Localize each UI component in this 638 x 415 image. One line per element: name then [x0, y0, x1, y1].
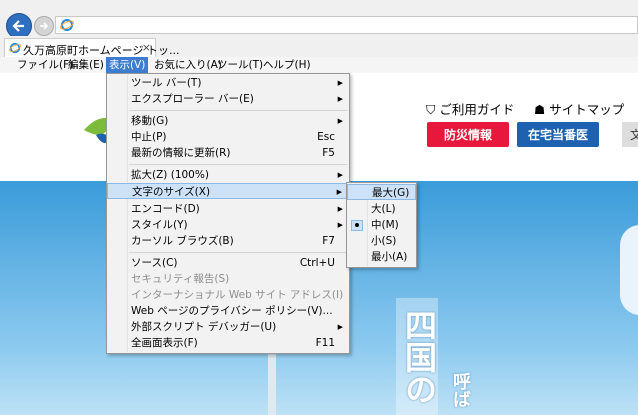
sitemap-link[interactable]: ☗ サイトマップ	[534, 99, 624, 118]
menu-item-text-size[interactable]: 文字のサイズ(X) ▶	[107, 183, 349, 199]
menu-item-stop[interactable]: 中止(P) Esc	[107, 129, 349, 145]
disaster-info-button[interactable]: 防災情報	[427, 122, 509, 147]
menu-item-zoom[interactable]: 拡大(Z) (100%) ▶	[107, 167, 349, 183]
menu-item-encoding[interactable]: エンコード(D) ▶	[107, 201, 349, 217]
menu-item-source[interactable]: ソース(C) Ctrl+U	[107, 255, 349, 271]
browser-tab[interactable]: 久万高原町ホームページ トッ... ×	[4, 38, 179, 57]
menu-item-security-report: セキュリティ報告(S)	[131, 273, 230, 285]
menu-item-international-address: インターナショナル Web サイト アドレス(I)	[131, 289, 344, 301]
forward-arrow-icon	[40, 22, 49, 30]
sitemap-label: サイトマップ	[549, 102, 625, 117]
text-size-submenu: 最大(G) 大(L) 中(M) 小(S) 最小(A)	[346, 182, 417, 268]
text-size-smallest[interactable]: 最小(A)	[347, 249, 416, 265]
text-button[interactable]: 文	[622, 122, 638, 147]
on-duty-doctor-button[interactable]: 在宅当番医	[517, 122, 599, 147]
text-size-small[interactable]: 小(S)	[347, 233, 416, 249]
hero-subtitle: 呼ば	[450, 372, 471, 408]
text-size-large[interactable]: 大(L)	[347, 201, 416, 217]
shield-icon: ⛉	[426, 102, 436, 117]
sitemap-icon: ☗	[534, 102, 546, 117]
guide-link[interactable]: ⛉ ご利用ガイド	[426, 99, 514, 118]
tab-title: 久万高原町ホームページ トッ...	[23, 44, 180, 57]
guide-label: ご利用ガイド	[439, 102, 515, 117]
view-menu: ツール バー(T) ▶ エクスプローラー バー(E) ▶ 移動(G) ▶ 中止(P) E…	[106, 73, 350, 354]
hero-cloud	[620, 225, 638, 315]
menu-item-toolbar[interactable]: ツール バー(T) ▶	[107, 75, 349, 91]
address-bar[interactable]	[55, 16, 638, 34]
menu-item-privacy-policy[interactable]: Web ページのプライバシー ポリシー(V)...	[107, 303, 349, 319]
menu-item-refresh[interactable]: 最新の情報に更新(R) F5	[107, 145, 349, 161]
menu-item-go-to[interactable]: 移動(G) ▶	[107, 113, 349, 129]
menu-item-style[interactable]: スタイル(Y) ▶	[107, 217, 349, 233]
text-size-largest[interactable]: 最大(G)	[347, 184, 416, 200]
ie-favicon-icon	[9, 42, 21, 54]
ie-icon	[60, 19, 74, 31]
tab-close-icon[interactable]: ×	[142, 41, 151, 54]
menu-edit[interactable]: 編集(E)	[65, 57, 107, 73]
menu-help[interactable]: ヘルプ(H)	[260, 57, 314, 73]
menu-item-full-screen[interactable]: 全画面表示(F) F11	[107, 335, 349, 351]
forward-button[interactable]	[34, 16, 54, 36]
back-arrow-icon	[12, 20, 24, 32]
hero-title: 四国の	[396, 298, 438, 415]
menu-tools[interactable]: ツール(T)	[214, 57, 266, 73]
menu-view[interactable]: 表示(V)	[106, 57, 149, 73]
radio-selected-icon	[351, 220, 363, 231]
text-size-medium[interactable]: 中(M)	[347, 217, 416, 233]
menu-item-explorer-bar[interactable]: エクスプローラー バー(E) ▶	[107, 91, 349, 107]
menu-item-script-debugger[interactable]: 外部スクリプト デバッガー(U) ▶	[107, 319, 349, 335]
menu-item-caret-browsing[interactable]: カーソル ブラウズ(B) F7	[107, 233, 349, 249]
